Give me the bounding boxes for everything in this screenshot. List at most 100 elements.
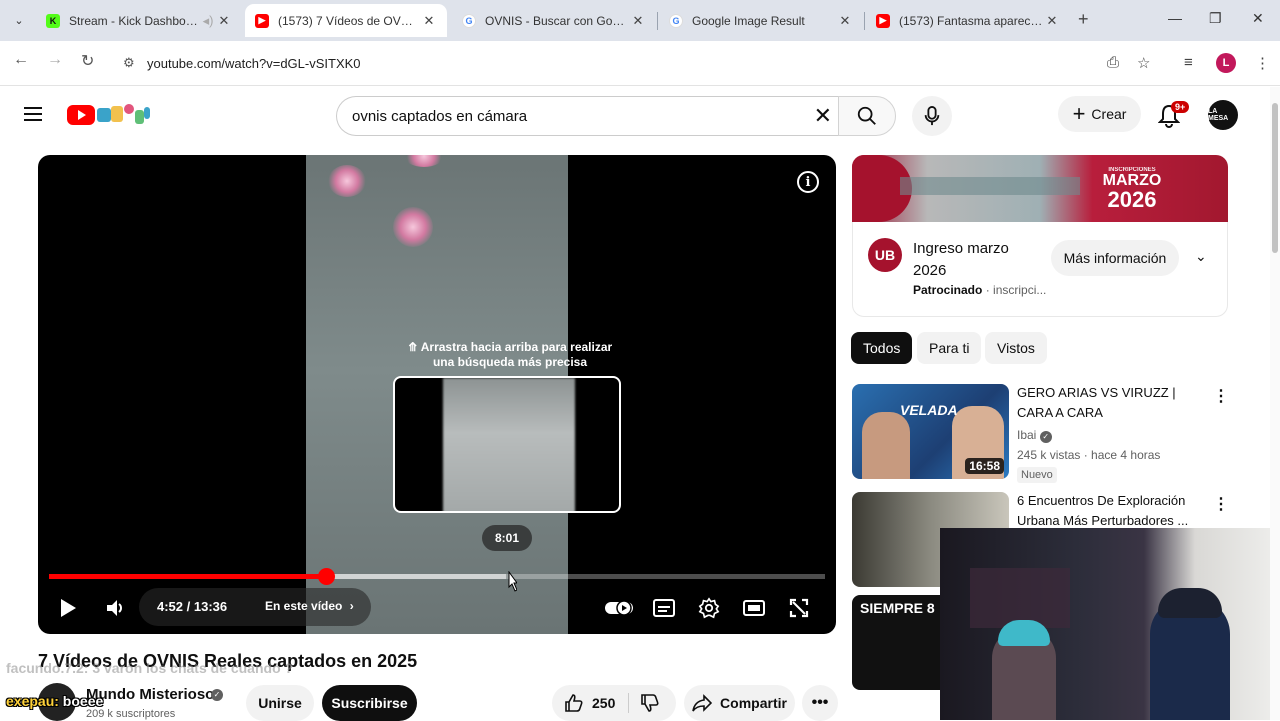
tab-close-icon[interactable]: ✕ xyxy=(837,13,853,29)
volume-button[interactable] xyxy=(104,595,126,621)
ad-banner-text: INSCRIPCIONES MARZO 2026 xyxy=(1084,167,1180,211)
voice-search-button[interactable] xyxy=(912,96,952,136)
more-actions-button[interactable]: ••• xyxy=(802,685,838,721)
related-menu-icon[interactable]: ⋮ xyxy=(1213,494,1229,514)
tab-close-icon[interactable]: ✕ xyxy=(1044,13,1060,29)
related-channel[interactable]: Ibai ✓ xyxy=(1017,428,1052,443)
progress-scrubber[interactable] xyxy=(318,568,336,585)
ad-banner-image[interactable]: INSCRIPCIONES MARZO 2026 xyxy=(852,155,1228,222)
related-title[interactable]: GERO ARIAS VS VIRUZZ | CARA A CARA xyxy=(1017,383,1207,423)
tab-close-icon[interactable]: ✕ xyxy=(216,13,232,29)
mouse-cursor-icon xyxy=(508,571,517,592)
webcam-cap-left xyxy=(998,620,1050,646)
autoplay-toggle[interactable] xyxy=(604,595,634,621)
scrollbar-thumb[interactable] xyxy=(1272,103,1278,253)
ad-title[interactable]: Ingreso marzo 2026 xyxy=(913,238,1033,282)
new-tab-button[interactable]: + xyxy=(1078,9,1089,30)
media-controls-icon[interactable]: ≡ xyxy=(1184,54,1193,71)
settings-button[interactable] xyxy=(697,595,721,621)
tab-google-search[interactable]: G OVNIS - Buscar con Google ✕ xyxy=(452,4,656,37)
thumbs-up-icon xyxy=(565,694,583,712)
chip-para-ti[interactable]: Para ti xyxy=(917,332,982,364)
video-player[interactable]: i ⤊ Arrastra hacia arriba para realizar … xyxy=(38,155,836,634)
new-badge: Nuevo xyxy=(1017,467,1057,483)
ad-banner-building xyxy=(900,177,1080,195)
subscribe-button[interactable]: Suscribirse xyxy=(322,685,417,721)
share-button[interactable]: Compartir xyxy=(684,685,795,721)
webcam-cap-right xyxy=(1158,588,1222,618)
webcam-background-decor xyxy=(970,568,1070,628)
omnibox[interactable]: ⚙ youtube.com/watch?v=dGL-vSITXK0 xyxy=(113,48,1113,79)
ad-meta: Patrocinado · inscripci... xyxy=(913,283,1046,297)
back-icon[interactable]: ← xyxy=(13,51,29,69)
like-button[interactable]: 250 xyxy=(564,693,615,713)
verified-check-icon: ✓ xyxy=(211,689,223,701)
more-horizontal-icon: ••• xyxy=(811,694,829,711)
like-count: 250 xyxy=(592,695,616,711)
info-icon[interactable]: i xyxy=(797,171,819,193)
tab-close-icon[interactable]: ✕ xyxy=(421,13,437,29)
reload-icon[interactable]: ↻ xyxy=(81,51,94,71)
search-icon xyxy=(857,106,876,125)
related-thumbnail[interactable]: VELADA 16:58 xyxy=(852,384,1009,479)
tab-title: Stream - Kick Dashboard xyxy=(69,13,200,28)
forward-icon[interactable]: → xyxy=(47,51,63,69)
tab-search-chevron-icon[interactable]: ⌄ xyxy=(8,9,30,31)
youtube-logo[interactable] xyxy=(67,105,95,125)
advertiser-logo[interactable]: UB xyxy=(868,238,902,272)
subtitles-button[interactable] xyxy=(652,595,676,621)
close-window-icon[interactable]: ✕ xyxy=(1252,10,1264,27)
tab-google-image[interactable]: G Google Image Result ✕ xyxy=(659,4,863,37)
youtube-header: ovnis captados en cámara ✕ + Crear 9+ LA… xyxy=(0,87,1270,143)
tab-close-icon[interactable]: ✕ xyxy=(630,13,646,29)
install-app-icon[interactable]: ⎙ xyxy=(1107,54,1119,71)
site-info-icon[interactable]: ⚙ xyxy=(123,55,135,71)
url-text[interactable]: youtube.com/watch?v=dGL-vSITXK0 xyxy=(147,56,361,71)
tab-separator xyxy=(657,12,658,30)
search-query-text[interactable]: ovnis captados en cámara xyxy=(352,108,527,125)
related-title[interactable]: 6 Encuentros De Exploración Urbana Más P… xyxy=(1017,491,1207,531)
more-info-button[interactable]: Más información xyxy=(1051,240,1179,276)
chip-vistos[interactable]: Vistos xyxy=(985,332,1047,364)
menu-icon[interactable] xyxy=(24,107,42,121)
like-dislike-bar: 250 xyxy=(552,685,676,721)
search-input[interactable]: ovnis captados en cámara ✕ xyxy=(336,96,838,136)
tab-youtube-fantasma[interactable]: ▶ (1573) Fantasma aparece du ✕ xyxy=(866,4,1070,37)
volume-icon xyxy=(107,600,122,616)
related-menu-icon[interactable]: ⋮ xyxy=(1213,386,1229,406)
account-avatar[interactable]: LA MESA xyxy=(1208,100,1238,130)
theater-icon xyxy=(743,600,765,616)
restore-icon[interactable]: ❐ xyxy=(1209,10,1222,27)
create-button[interactable]: + Crear xyxy=(1058,96,1141,132)
share-label: Compartir xyxy=(720,695,787,711)
doodle-logo[interactable] xyxy=(97,102,153,126)
chip-todos[interactable]: Todos xyxy=(851,332,913,364)
chevron-down-icon[interactable]: ⌄ xyxy=(1195,248,1207,265)
play-icon xyxy=(61,599,76,617)
clear-search-icon[interactable]: ✕ xyxy=(814,103,832,129)
join-button[interactable]: Unirse xyxy=(246,685,314,721)
profile-avatar[interactable]: L xyxy=(1216,53,1236,73)
ad-card[interactable]: UB Ingreso marzo 2026 Patrocinado · insc… xyxy=(852,222,1228,317)
bookmark-star-icon[interactable]: ☆ xyxy=(1137,54,1150,72)
video-duration: 16:58 xyxy=(965,458,1004,474)
ad-site: inscripci... xyxy=(993,283,1047,297)
browser-menu-icon[interactable]: ⋮ xyxy=(1255,54,1270,72)
channel-name[interactable]: Mundo Misterioso xyxy=(86,686,214,703)
stream-chat-text: boeee xyxy=(58,693,104,709)
chapter-button[interactable]: En este vídeo › xyxy=(265,599,354,613)
ad-banner-line3: 2026 xyxy=(1107,187,1157,212)
minimize-icon[interactable]: — xyxy=(1168,10,1182,26)
gear-icon xyxy=(698,597,720,619)
search-button[interactable] xyxy=(838,96,896,136)
fullscreen-button[interactable] xyxy=(788,595,810,621)
theater-mode-button[interactable] xyxy=(742,595,766,621)
tab-kick-dashboard[interactable]: K Stream - Kick Dashboard ◂) ✕ xyxy=(36,4,242,37)
play-button[interactable] xyxy=(58,595,78,621)
progress-bar[interactable] xyxy=(49,568,825,585)
ad-meta-separator: · xyxy=(982,283,994,297)
dislike-button[interactable] xyxy=(640,693,660,716)
tab-youtube-ovnis[interactable]: ▶ (1573) 7 Vídeos de OVNIS Re ✕ xyxy=(245,4,447,37)
fullscreen-icon xyxy=(789,598,809,618)
page-scrollbar[interactable] xyxy=(1270,87,1280,720)
